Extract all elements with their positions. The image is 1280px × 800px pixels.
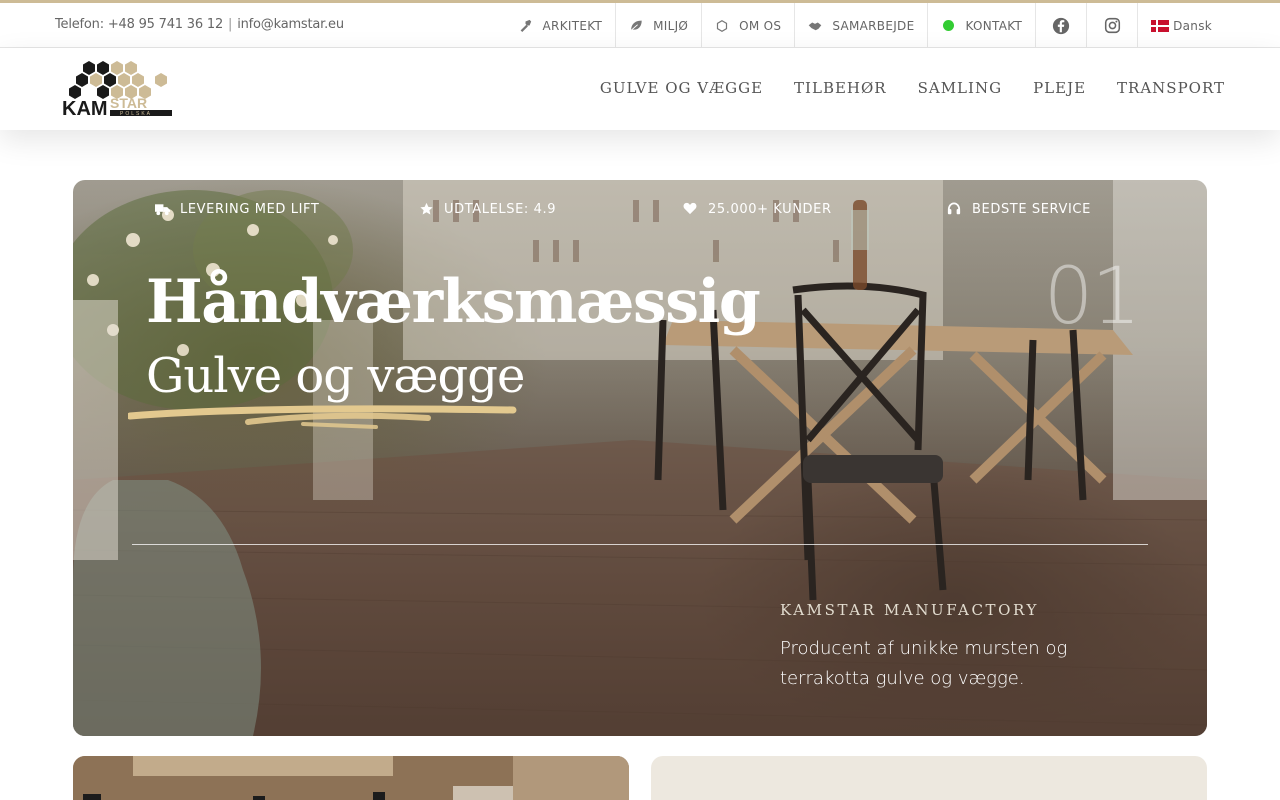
contact-info: Telefon: +48 95 741 36 12 | info@kamstar.e… xyxy=(55,17,344,32)
feature-rating: UDTALELSE: 4.9 xyxy=(419,202,556,217)
nav-pleje[interactable]: PLEJE xyxy=(1033,79,1086,97)
kamstar-logo[interactable]: KAM STAR POLSKA xyxy=(60,58,176,120)
email-link[interactable]: info@kamstar.eu xyxy=(237,17,344,32)
toplink-kontakt[interactable]: KONTAKT xyxy=(927,3,1035,48)
hero-divider xyxy=(132,544,1148,545)
green-dot-icon xyxy=(941,19,955,33)
main-header: KAM STAR POLSKA GULVE OG VÆGGE TILBEHØR … xyxy=(0,48,1280,130)
hexagon-icon xyxy=(715,19,729,33)
feature-label: BEDSTE SERVICE xyxy=(972,202,1091,217)
toplink-label: MILJØ xyxy=(653,18,689,33)
denmark-flag-icon xyxy=(1151,19,1170,32)
toplink-arkitekt[interactable]: ARKITEKT xyxy=(506,3,616,48)
toplink-label: KONTAKT xyxy=(965,18,1023,33)
nav-tilbehor[interactable]: TILBEHØR xyxy=(794,79,887,97)
feature-customers: 25.000+ KUNDER xyxy=(683,202,832,217)
logo-hexagons xyxy=(69,61,167,99)
feature-label: UDTALELSE: 4.9 xyxy=(444,202,557,217)
card-image-illustration xyxy=(73,756,629,800)
hero-description: Producent af unikke mursten og terrakott… xyxy=(780,638,1068,689)
instagram-icon xyxy=(1103,17,1121,35)
top-links: ARKITEKT MILJØ OM OS SAMARBEJDE KONTAKT xyxy=(506,3,1225,48)
facebook-link[interactable] xyxy=(1035,3,1086,48)
language-label: Dansk xyxy=(1173,18,1212,33)
toplink-om-os[interactable]: OM OS xyxy=(701,3,794,48)
nav-transport[interactable]: TRANSPORT xyxy=(1117,79,1225,97)
toplink-samarbejde[interactable]: SAMARBEJDE xyxy=(794,3,927,48)
hammer-icon xyxy=(519,19,533,33)
feature-label: 25.000+ KUNDER xyxy=(708,202,832,217)
main-nav: GULVE OG VÆGGE TILBEHØR SAMLING PLEJE TR… xyxy=(600,79,1225,97)
logo-wordmark-star: STAR xyxy=(110,95,147,111)
facebook-icon xyxy=(1052,17,1070,35)
feature-label: LEVERING MED LIFT xyxy=(180,202,320,217)
toplink-label: ARKITEKT xyxy=(542,18,603,33)
feature-delivery: LEVERING MED LIFT xyxy=(155,202,319,217)
logo-subtext: POLSKA xyxy=(120,111,152,117)
feature-card-text xyxy=(651,756,1207,800)
phone-number[interactable]: Telefon: +48 95 741 36 12 xyxy=(55,17,223,32)
hero-title: Håndværksmæssig xyxy=(146,267,761,337)
brush-underline xyxy=(128,405,517,429)
logo-wordmark-kam: KAM xyxy=(62,98,108,120)
headset-icon xyxy=(947,202,962,217)
nav-samling[interactable]: SAMLING xyxy=(918,79,1002,97)
heart-icon xyxy=(683,202,698,217)
feature-bar: LEVERING MED LIFT UDTALELSE: 4.9 25.000+… xyxy=(73,202,1207,222)
hero-subtitle: Gulve og vægge xyxy=(146,348,525,404)
language-selector[interactable]: Dansk xyxy=(1137,3,1225,48)
toplink-miljo[interactable]: MILJØ xyxy=(615,3,701,48)
slide-number: 01 xyxy=(1043,252,1141,342)
instagram-link[interactable] xyxy=(1086,3,1137,48)
leaf-icon xyxy=(629,19,643,33)
star-icon xyxy=(419,202,434,217)
toplink-label: SAMARBEJDE xyxy=(832,18,915,33)
handshake-icon xyxy=(808,19,822,33)
feature-card-image[interactable] xyxy=(73,756,629,800)
truck-icon xyxy=(155,202,170,217)
toplink-label: OM OS xyxy=(739,18,782,33)
hero-eyebrow: KAMSTAR MANUFACTORY xyxy=(780,601,1039,619)
hero-slider: LEVERING MED LIFT UDTALELSE: 4.9 25.000+… xyxy=(73,180,1207,736)
nav-gulve-og-vaegge[interactable]: GULVE OG VÆGGE xyxy=(600,79,763,97)
feature-service: BEDSTE SERVICE xyxy=(947,202,1091,217)
top-bar: Telefon: +48 95 741 36 12 | info@kamstar.e… xyxy=(0,0,1280,48)
contact-separator: | xyxy=(228,17,233,32)
